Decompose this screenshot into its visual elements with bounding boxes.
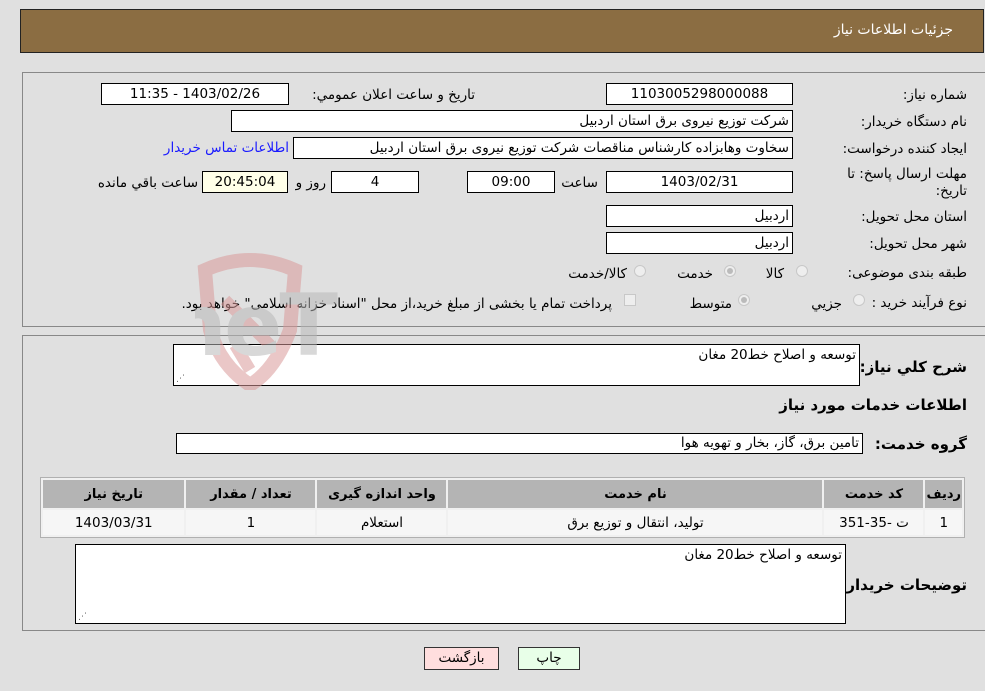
city-label: شهر محل تحویل:	[869, 236, 967, 252]
city-field: اردبیل	[606, 232, 793, 254]
col-header-service-name: نام خدمت	[448, 480, 823, 508]
days-label: روز و	[295, 175, 326, 191]
resize-grip-icon[interactable]: ⋰	[176, 374, 185, 384]
summary-textarea[interactable]: توسعه و اصلاح خط20 مغان ⋰	[173, 344, 860, 386]
category-radio-goods-service[interactable]	[634, 265, 646, 277]
buyer-org-label: نام دستگاه خریدار:	[860, 114, 967, 130]
cell-need-date: 1403/03/31	[43, 510, 185, 535]
treasury-checkbox[interactable]	[624, 294, 636, 306]
deadline-time-label: ساعت	[561, 175, 598, 191]
province-label: استان محل تحویل:	[861, 209, 967, 225]
process-type-label: نوع فرآیند خرید :	[871, 295, 967, 311]
category-label: طبقه بندی موضوعی:	[847, 265, 967, 281]
process-medium-label: متوسط	[689, 296, 732, 312]
cell-row-number: 1	[925, 510, 962, 535]
buyer-notes-textarea[interactable]: توسعه و اصلاح خط20 مغان ⋰	[75, 544, 846, 624]
table-row: 1 ت -35-351 تولید، انتقال و توزیع برق اس…	[43, 510, 962, 535]
buyer-notes-label: توضیحات خریدار:	[840, 576, 967, 594]
cell-service-name: تولید، انتقال و توزیع برق	[448, 510, 823, 535]
need-number-label: شماره نیاز:	[902, 87, 967, 103]
category-goods-service-label: کالا/خدمت	[568, 266, 627, 282]
service-group-field: تامین برق، گاز، بخار و تهویه هوا	[176, 433, 863, 454]
col-header-row-number: ردیف	[925, 480, 962, 508]
treasury-note: پرداخت تمام یا بخشی از مبلغ خرید،از محل …	[181, 296, 612, 312]
announce-label: تاریخ و ساعت اعلان عمومي:	[312, 87, 475, 103]
category-radio-service[interactable]	[724, 265, 736, 277]
buyer-contact-link[interactable]: اطلاعات تماس خریدار	[164, 140, 289, 156]
creator-label: ایجاد کننده درخواست:	[842, 141, 967, 157]
category-service-label: خدمت	[677, 266, 713, 282]
creator-field: سخاوت وهابزاده کارشناس مناقصات شرکت توزی…	[293, 137, 793, 159]
col-header-unit: واحد اندازه گیری	[317, 480, 447, 508]
summary-text: توسعه و اصلاح خط20 مغان	[698, 347, 856, 363]
col-header-quantity: تعداد / مقدار	[186, 480, 316, 508]
service-group-label: گروه خدمت:	[874, 435, 967, 453]
days-remaining-field: 4	[331, 171, 419, 193]
need-number-field: 1103005298000088	[606, 83, 793, 105]
cell-quantity: 1	[186, 510, 316, 535]
process-minor-label: جزيي	[811, 296, 842, 312]
col-header-service-code: کد خدمت	[824, 480, 924, 508]
page-header: جزئیات اطلاعات نیاز	[20, 9, 984, 53]
summary-label: شرح کلي نیاز:	[859, 358, 967, 376]
time-remaining-field: 20:45:04	[202, 171, 288, 193]
buyer-org-field: شرکت توزیع نیروی برق استان اردبیل	[231, 110, 793, 132]
buyer-notes-text: توسعه و اصلاح خط20 مغان	[684, 547, 842, 563]
cell-service-code: ت -35-351	[824, 510, 924, 535]
resize-grip-icon[interactable]: ⋰	[78, 612, 87, 622]
time-remaining-label: ساعت باقي مانده	[97, 175, 198, 191]
process-radio-medium[interactable]	[738, 294, 750, 306]
back-button[interactable]: بازگشت	[424, 647, 499, 670]
province-field: اردبیل	[606, 205, 793, 227]
table-header-row: ردیف کد خدمت نام خدمت واحد اندازه گیری ت…	[43, 480, 962, 508]
col-header-need-date: تاریخ نیاز	[43, 480, 185, 508]
print-button[interactable]: چاپ	[518, 647, 580, 670]
deadline-label: مهلت ارسال پاسخ: تا تاریخ:	[847, 166, 967, 199]
deadline-date-field: 1403/02/31	[606, 171, 793, 193]
page-title: جزئیات اطلاعات نیاز	[833, 22, 953, 38]
cell-unit: استعلام	[317, 510, 447, 535]
process-radio-minor[interactable]	[853, 294, 865, 306]
deadline-time-field: 09:00	[467, 171, 555, 193]
announce-datetime-field: 1403/02/26 - 11:35	[101, 83, 289, 105]
category-goods-label: کالا	[765, 266, 784, 282]
services-heading: اطلاعات خدمات مورد نیاز	[779, 396, 967, 414]
services-table: ردیف کد خدمت نام خدمت واحد اندازه گیری ت…	[40, 477, 965, 538]
category-radio-goods[interactable]	[796, 265, 808, 277]
